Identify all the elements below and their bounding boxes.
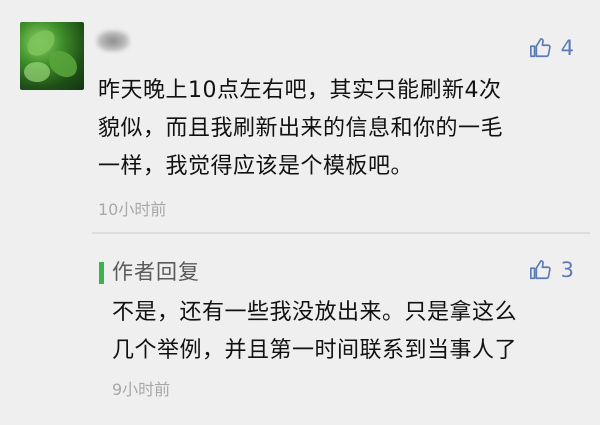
divider	[92, 232, 590, 234]
avatar[interactable]	[20, 22, 84, 90]
comment-line: 昨天晚上10点左右吧，其实只能刷新4次	[98, 78, 502, 103]
author-reply-label: 作者回复	[112, 260, 200, 284]
reply-like-count: 3	[560, 258, 574, 282]
comment-thread: 4 昨天晚上10点左右吧，其实只能刷新4次 貌似，而且我刷新出来的信息和你的一毛…	[0, 0, 600, 425]
comment-line: 貌似，而且我刷新出来的信息和你的一毛	[98, 116, 504, 141]
comment-like-count: 4	[560, 36, 574, 60]
reply-body: 不是，还有一些我没放出来。只是拿这么 几个举例，并且第一时间联系到当事人了	[112, 294, 582, 370]
blurred-username	[96, 30, 130, 52]
reply-like-button[interactable]: 3	[529, 258, 574, 282]
comment-line: 一样，我觉得应该是个模板吧。	[98, 154, 414, 179]
comment-like-button[interactable]: 4	[529, 36, 574, 60]
comment-timestamp: 10小时前	[98, 200, 167, 219]
reply-timestamp: 9小时前	[112, 380, 171, 399]
thumbs-up-icon	[529, 260, 551, 280]
reply-line: 几个举例，并且第一时间联系到当事人了	[112, 338, 518, 363]
comment-body: 昨天晚上10点左右吧，其实只能刷新4次 貌似，而且我刷新出来的信息和你的一毛 一…	[98, 72, 568, 186]
reply-line: 不是，还有一些我没放出来。只是拿这么	[112, 300, 518, 325]
reply-accent-bar	[99, 262, 104, 284]
thumbs-up-icon	[529, 38, 551, 58]
